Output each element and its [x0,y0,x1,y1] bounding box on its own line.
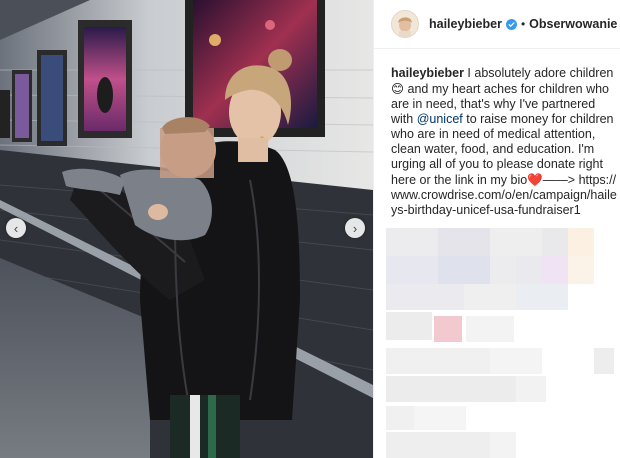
avatar-image [392,11,418,37]
blur-block [568,256,594,284]
post-caption: haileybieber I absolutely adore children… [391,66,617,218]
blur-block [490,228,542,256]
blur-block [516,376,546,402]
blur-block [466,316,514,342]
header-username[interactable]: haileybieber [429,17,502,31]
blur-block [490,348,542,374]
photo-illustration [0,0,373,458]
blur-block [434,316,462,342]
caption-text-1: I absolutely adore children [463,66,614,80]
chevron-left-icon: ‹ [13,220,19,236]
caption-username[interactable]: haileybieber [391,66,464,80]
carousel-next-button[interactable]: › [345,218,365,238]
blur-block [490,256,516,284]
post-header: haileybieber • Obserwowanie [374,0,620,49]
post-photo: ‹ › [0,0,373,458]
blur-block [516,284,568,310]
avatar[interactable] [391,10,419,38]
chevron-right-icon: › [352,220,358,236]
heart-emoji-icon: ❤️ [527,172,543,187]
blur-block [414,406,466,430]
post-side-panel: haileybieber • Obserwowanie haileybieber… [373,0,620,458]
following-button[interactable]: Obserwowanie [529,17,617,31]
blur-block [438,256,490,284]
blur-block [438,228,490,256]
blur-block [386,284,464,310]
blur-block [386,256,438,284]
header-separator: • [520,17,526,31]
caption-arrow: ——> [542,173,576,187]
blur-block [490,432,516,458]
instagram-post: ‹ › haileybieber • Obserwowanie haileybi… [0,0,620,458]
blur-block [568,228,594,256]
blur-block [386,228,438,256]
blur-block [386,406,414,430]
blur-block [386,432,490,458]
blur-block [594,348,614,374]
blur-block [542,228,568,256]
blurred-comments [386,228,614,458]
blur-block [542,256,568,284]
carousel-prev-button[interactable]: ‹ [6,218,26,238]
smile-emoji-icon: 😊 [391,81,405,96]
blur-block [386,312,432,340]
blur-block [386,376,516,402]
blur-block [386,348,490,374]
blur-block [464,284,516,310]
unicef-mention-link[interactable]: @unicef [417,112,463,126]
verified-badge-icon [505,18,517,30]
blur-block [516,256,542,284]
